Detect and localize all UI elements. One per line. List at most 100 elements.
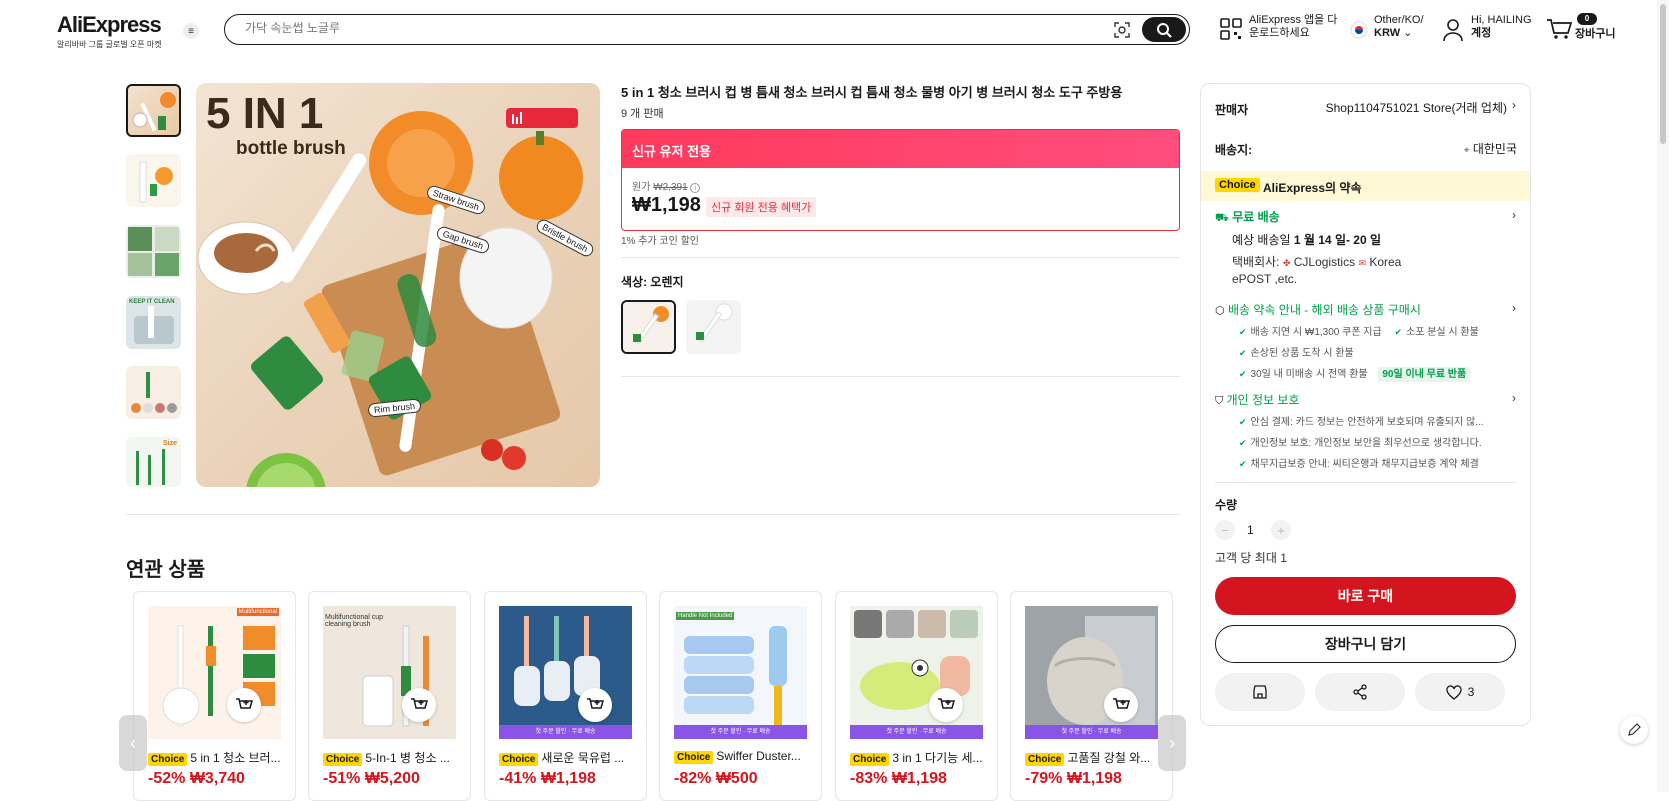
store-button[interactable] xyxy=(1215,673,1305,711)
card-discount: -79% xyxy=(1025,770,1063,787)
card-discount: -52% xyxy=(148,770,186,787)
korea-flag-icon xyxy=(1350,21,1368,39)
truck-icon: ⛟ xyxy=(1215,212,1229,224)
ship-to-value[interactable]: ⌖ 대한민국 xyxy=(1441,140,1517,157)
related-product-card[interactable]: 첫 주문 할인 · 무료 배송 Choice 고품질 강철 와... -79% ₩… xyxy=(1010,591,1173,801)
carrier-prefix: 택배회사: xyxy=(1232,255,1283,269)
quantity-decrease-button[interactable]: − xyxy=(1215,520,1235,540)
cart-count-badge: 0 xyxy=(1577,13,1597,25)
card-name-text: Swiffer Duster... xyxy=(716,749,801,763)
thumbnail-1[interactable] xyxy=(126,84,181,137)
choice-badge: Choice xyxy=(148,753,188,766)
brand-subtitle: 알리바바 그룹 글로벌 오픈 마켓 xyxy=(57,40,162,49)
card-image-text: Handle Not Included xyxy=(676,612,735,620)
add-to-cart-icon[interactable] xyxy=(227,688,261,722)
search-bar xyxy=(224,14,1190,45)
choice-promise-bar: Choice AliExpress의 약속 xyxy=(1201,171,1530,201)
new-member-tag: 신규 회원 전용 혜택가 xyxy=(706,197,817,217)
related-product-card[interactable]: 첫 주문 할인 · 무료 배송 Choice 3 in 1 다기능 세... -8… xyxy=(835,591,998,801)
cj-logo-icon: ✤ xyxy=(1282,258,1291,268)
buy-now-button[interactable]: 바로 구매 xyxy=(1215,577,1516,615)
sold-count: 9 개 판매 xyxy=(621,108,664,120)
carousel-next-button[interactable]: › xyxy=(1158,715,1186,771)
brand-name: AliExpress xyxy=(57,12,162,37)
color-swatch-orange[interactable] xyxy=(621,300,676,354)
color-swatch-white[interactable] xyxy=(686,300,741,354)
image-search-icon[interactable] xyxy=(1112,20,1132,40)
chevron-right-icon[interactable]: › xyxy=(1512,208,1516,222)
aliexpress-logo[interactable]: AliExpress 알리바바 그룹 글로벌 오픈 마켓 xyxy=(57,12,162,50)
thumbnail-3[interactable] xyxy=(126,225,181,278)
qr-code-icon[interactable] xyxy=(1219,17,1243,41)
app-line1: AliExpress 앱을 다 xyxy=(1249,14,1338,26)
quantity-value[interactable]: 1 xyxy=(1247,523,1254,537)
wishlist-button[interactable]: 3 xyxy=(1415,673,1505,711)
cart-icon[interactable] xyxy=(1546,17,1572,41)
card-name-text: 5 in 1 청소 브러... xyxy=(190,751,281,765)
sale-price: ₩1,198 xyxy=(632,194,701,216)
thumbnail-4[interactable]: KEEP IT CLEAN xyxy=(126,296,181,349)
privacy-3: 채무지급보증 안내: 씨티은행과 채무지급보증 계약 체결 xyxy=(1250,459,1479,470)
add-to-cart-icon[interactable] xyxy=(578,688,612,722)
chevron-right-icon[interactable]: › xyxy=(1512,98,1516,112)
image-headline: 5 IN 1 xyxy=(206,89,324,138)
scrollbar-thumb[interactable] xyxy=(1660,4,1666,144)
account-menu[interactable]: Hi, HAILING 계정 xyxy=(1471,14,1532,40)
add-to-cart-button[interactable]: 장바구니 담기 xyxy=(1215,625,1516,663)
swatch-white-image xyxy=(696,303,733,343)
add-to-cart-icon[interactable] xyxy=(402,688,436,722)
eta-dates: 1 월 14 일- 20 일 xyxy=(1293,233,1382,247)
thumbnail-6[interactable]: Size xyxy=(126,437,181,487)
product-image: 첫 주문 할인 · 무료 배송 xyxy=(850,606,983,739)
locale-selector[interactable]: Other/KO/ KRW ⌄ xyxy=(1374,14,1424,40)
card-discount: -83% xyxy=(850,770,888,787)
privacy-label: 개인 정보 보호 xyxy=(1226,393,1300,407)
product-title: 5 in 1 청소 브러시 컵 병 틈새 청소 브러시 컵 틈새 청소 물병 아… xyxy=(621,85,1123,100)
locale-line1: Other/KO/ xyxy=(1374,14,1424,26)
promo-strip: 첫 주문 할인 · 무료 배송 xyxy=(674,725,807,739)
related-product-card[interactable]: Multifunctional Choice 5 in 1 청소 브러... -5… xyxy=(133,591,296,801)
carrier-row: 택배회사: ✤ CJLogistics ✉ Korea xyxy=(1232,253,1401,270)
edit-feedback-button[interactable] xyxy=(1620,716,1648,744)
seller-link[interactable]: Shop1104751021 Store(거래 업체) xyxy=(1315,99,1507,116)
account-label: 계정 xyxy=(1471,27,1492,39)
add-to-cart-icon[interactable] xyxy=(1104,688,1138,722)
chevron-right-icon[interactable]: › xyxy=(1512,301,1516,315)
promo-strip: 첫 주문 할인 · 무료 배송 xyxy=(499,725,632,739)
app-download-link[interactable]: AliExpress 앱을 다 운로드하세요 xyxy=(1249,14,1337,40)
user-icon[interactable] xyxy=(1442,18,1464,42)
card-price: -83% ₩1,198 xyxy=(850,770,947,788)
card-price-value: ₩1,198 xyxy=(891,770,947,787)
card-discount: -82% xyxy=(674,770,712,787)
privacy-row-2: ✔ 개인정보 보호: 개인정보 보안을 최우선으로 생각합니다. xyxy=(1239,434,1482,449)
chevron-right-icon[interactable]: › xyxy=(1512,391,1516,405)
search-button[interactable] xyxy=(1142,17,1186,42)
card-price-value: ₩3,740 xyxy=(189,770,245,787)
info-icon[interactable]: i xyxy=(690,183,701,193)
carousel-prev-button[interactable]: ‹ xyxy=(119,715,147,771)
main-product-image[interactable]: 5 IN 1 bottle brush Straw brush Gap brus… xyxy=(196,83,600,487)
related-product-card[interactable]: Multifunctional cup cleaning brush Choic… xyxy=(308,591,471,801)
search-input[interactable] xyxy=(245,21,1045,35)
add-to-cart-icon[interactable] xyxy=(929,688,963,722)
quantity-increase-button[interactable]: + xyxy=(1271,520,1291,540)
divider xyxy=(1215,482,1516,483)
related-product-card[interactable]: 첫 주문 할인 · 무료 배송 Choice 새로운 묵유럽 ... -41% ₩… xyxy=(484,591,647,801)
menu-icon[interactable]: ≡ xyxy=(183,23,199,39)
thumbnail-2[interactable] xyxy=(126,154,181,207)
cart-label[interactable]: 장바구니 xyxy=(1575,28,1615,41)
related-product-card[interactable]: Handle Not Included 첫 주문 할인 · 무료 배송 Choi… xyxy=(659,591,822,801)
choice-badge: Choice xyxy=(499,753,539,766)
card-name: Choice 3 in 1 다기능 세... xyxy=(850,749,990,766)
delivery-promise-row[interactable]: ⬡ 배송 약속 안내 - 해외 배송 상품 구매시 xyxy=(1215,301,1421,318)
check-icon: ✔ xyxy=(1239,417,1247,427)
share-button[interactable] xyxy=(1315,673,1405,711)
thumbnail-5[interactable] xyxy=(126,366,181,419)
free-shipping-row[interactable]: ⛟ 무료 배송 xyxy=(1215,208,1280,226)
card-6-illustration xyxy=(1025,606,1158,739)
quantity-limit: 고객 당 최대 1 xyxy=(1215,551,1287,565)
page-scrollbar[interactable] xyxy=(1657,0,1669,792)
card-discount: -51% xyxy=(323,770,361,787)
privacy-row[interactable]: ⛉ 개인 정보 보호 xyxy=(1215,391,1300,408)
promise-label: AliExpress의 약속 xyxy=(1263,181,1362,195)
